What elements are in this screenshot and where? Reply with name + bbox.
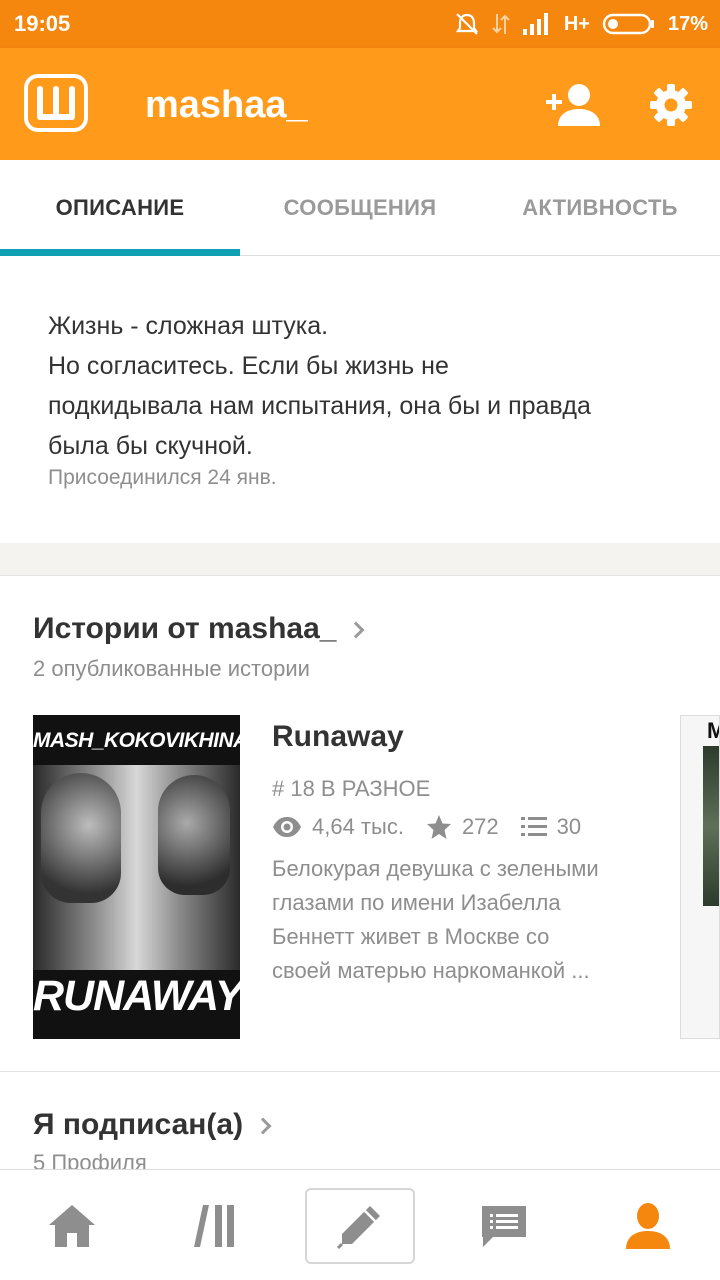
parts-count: 30	[556, 814, 582, 839]
nav-messages[interactable]	[432, 1170, 576, 1280]
chevron-right-icon	[347, 621, 365, 639]
following-section-link[interactable]: Я подписан(а)	[33, 1108, 272, 1142]
chevron-right-icon	[254, 1117, 272, 1135]
active-tab-indicator	[0, 249, 240, 256]
description-line: Жизнь - сложная штука.	[48, 312, 329, 340]
settings-button[interactable]	[648, 82, 694, 128]
votes-count: 272	[461, 814, 499, 839]
story-title[interactable]: Runaway	[272, 720, 652, 754]
follow-user-button[interactable]	[544, 82, 602, 128]
star-icon	[426, 815, 451, 839]
nav-home[interactable]	[0, 1170, 144, 1280]
home-icon	[49, 1204, 95, 1247]
parts-stat: 30	[520, 814, 582, 840]
status-time: 19:05	[14, 11, 71, 36]
following-section-title: Я подписан(а)	[33, 1108, 244, 1141]
description-line: была бы скучной.	[48, 432, 253, 460]
story-description: Белокурая девушка с зелеными глазами по …	[272, 852, 647, 988]
alarm-off-icon	[455, 13, 478, 35]
stories-section-link[interactable]: Истории от mashaa_	[33, 612, 365, 646]
library-icon	[194, 1204, 234, 1247]
battery-percent: 17%	[667, 12, 708, 35]
story-cover[interactable]: MASH_KOKOVIKHINA RUNAWAY	[33, 715, 240, 1039]
cover-title-text: RUNAWAY	[33, 972, 240, 1020]
profile-description: Жизнь - сложная штука. Но согласитесь. Е…	[48, 306, 688, 466]
messages-icon	[482, 1205, 526, 1247]
status-icons: H+ 17%	[454, 9, 708, 39]
next-cover-photo	[703, 746, 719, 906]
app-bar: mashaa_	[0, 48, 720, 160]
stories-count: 2 опубликованные истории	[33, 656, 310, 681]
cover-photo	[33, 765, 240, 970]
data-transfer-icon	[492, 14, 510, 34]
bottom-navigation	[0, 1169, 720, 1280]
story-description-line: Беннетт живет в Москве со	[272, 924, 550, 949]
tab-messages[interactable]: СООБЩЕНИЯ	[240, 160, 480, 256]
joined-date: Присоединился 24 янв.	[48, 466, 277, 489]
views-stat: 4,64 тыс.	[272, 814, 404, 840]
cover-author-text: MASH_KOKOVIKHINA	[33, 729, 240, 752]
description-line: Но согласитесь. Если бы жизнь не	[48, 352, 449, 380]
signal-icon	[522, 13, 548, 35]
profile-icon	[626, 1202, 670, 1249]
nav-write[interactable]	[288, 1170, 432, 1280]
list-icon	[520, 817, 547, 836]
logo-icon	[37, 86, 75, 120]
story-rank[interactable]: # 18 В РАЗНОЕ	[272, 776, 652, 802]
network-type: H+	[563, 12, 590, 35]
story-card[interactable]: Runaway # 18 В РАЗНОЕ 4,64 тыс. 272 30 Б…	[272, 720, 652, 988]
nav-library[interactable]	[144, 1170, 288, 1280]
status-bar: 19:05 H+ 17%	[0, 0, 720, 48]
views-count: 4,64 тыс.	[312, 814, 404, 839]
next-cover-letter: M	[707, 718, 719, 744]
votes-stat: 272	[426, 814, 499, 840]
pencil-icon	[336, 1205, 380, 1249]
story-description-line: Белокурая девушка с зелеными	[272, 856, 599, 881]
wattpad-logo[interactable]	[24, 74, 88, 132]
story-stats: 4,64 тыс. 272 30	[272, 814, 652, 840]
nav-profile[interactable]	[576, 1170, 720, 1280]
stories-section-title: Истории от mashaa_	[33, 612, 337, 645]
cover-figure-left	[41, 773, 121, 903]
description-line: подкидывала нам испытания, она бы и прав…	[48, 392, 591, 420]
story-description-line: своей матерью наркоманкой ...	[272, 958, 590, 983]
section-divider	[0, 543, 720, 576]
tab-description[interactable]: ОПИСАНИЕ	[0, 160, 240, 256]
battery-icon	[602, 13, 654, 35]
story-description-line: глазами по имени Изабелла	[272, 890, 561, 915]
profile-username: mashaa_	[145, 84, 308, 126]
add-user-icon	[546, 84, 600, 126]
tab-activity[interactable]: АКТИВНОСТЬ	[480, 160, 720, 256]
eye-icon	[273, 817, 301, 837]
write-button-frame	[305, 1187, 415, 1264]
profile-tabs: ОПИСАНИЕ СООБЩЕНИЯ АКТИВНОСТЬ	[0, 160, 720, 256]
next-story-cover[interactable]: M	[680, 715, 720, 1039]
cover-figure-right	[158, 775, 230, 895]
gear-icon	[650, 84, 692, 126]
section-divider	[0, 1071, 720, 1072]
